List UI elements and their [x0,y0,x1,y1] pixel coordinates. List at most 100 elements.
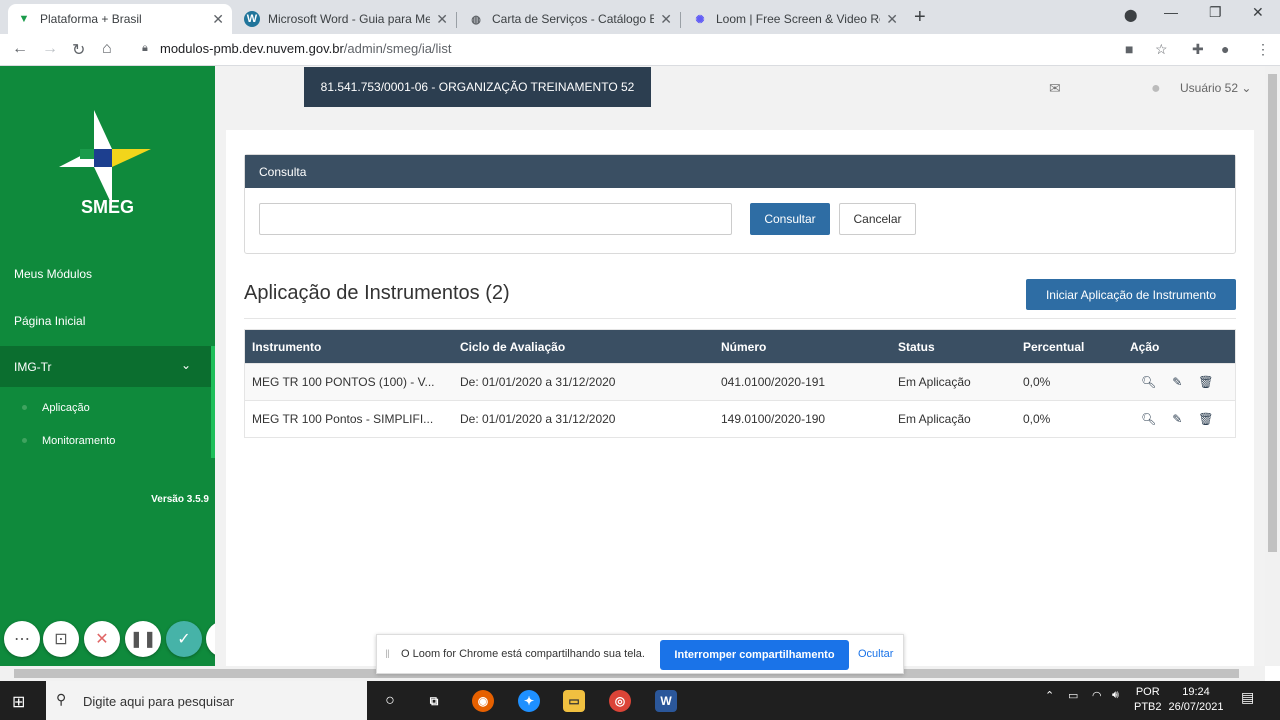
view-search-icon[interactable]: 🔍︎ [1141,412,1156,426]
column-header-numero[interactable]: Número [721,330,766,363]
battery-icon[interactable]: ▭ [1068,689,1078,702]
divider [244,318,1236,319]
globe-icon: ◍ [471,13,481,26]
organization-badge[interactable]: 81.541.753/0001-06 - ORGANIZAÇÃO TREINAM… [304,67,651,107]
home-icon[interactable]: ⌂ [102,40,112,58]
tab-search-icon[interactable]: ⬤ [1124,8,1137,22]
cell-actions: 🔍︎ ✎ 🗑︎ [1141,401,1230,437]
volume-icon[interactable]: 🔊︎ [1112,689,1119,702]
window-close-icon[interactable]: ✕ [1252,4,1264,21]
cortana-circle-icon[interactable]: ○ [379,690,401,712]
tab-title: Plataforma + Brasil [40,12,142,26]
sidebar-subitem-aplicacao[interactable]: Aplicação [42,402,90,414]
loom-finish-button[interactable]: ✓ [166,621,202,657]
extensions-puzzle-icon[interactable]: ✚ [1192,41,1204,58]
browser-tab-plataforma[interactable]: ▼ Plataforma + Brasil ✕ [8,4,232,34]
column-header-status[interactable]: Status [898,330,935,363]
column-header-ciclo[interactable]: Ciclo de Avaliação [460,330,565,363]
close-icon[interactable]: ✕ [660,11,672,28]
sidebar-group-img-tr[interactable]: IMG-Tr ⌄ [0,346,211,387]
edit-pencil-icon[interactable]: ✎ [1172,412,1182,426]
sidebar-group-label: IMG-Tr [14,360,52,374]
cell-ciclo: De: 01/01/2020 a 31/12/2020 [460,375,616,389]
taskbar-search-placeholder: Digite aqui para pesquisar [83,694,235,709]
camera-icon[interactable]: ■ [1125,41,1133,57]
chrome-icon[interactable]: ◎ [609,690,631,712]
panel-title: Consulta [245,155,1235,188]
consultar-button[interactable]: Consultar [750,203,830,235]
user-avatar-icon[interactable]: ● [1151,80,1161,98]
pause-icon: ❚❚ [129,631,157,648]
reload-icon[interactable]: ↻ [72,40,85,60]
language-indicator[interactable]: POR PTB2 [1134,685,1162,715]
forward-arrow-icon[interactable]: → [42,40,58,58]
keyboard-layout: PTB2 [1134,701,1162,713]
restore-icon[interactable]: ❐ [1209,4,1222,21]
taskbar-search-box[interactable]: ⚲ Digite aqui para pesquisar [46,681,367,720]
tab-title: Loom | Free Screen & Video Reco [716,12,881,26]
taskbar-clock[interactable]: 19:24 26/07/2021 [1166,685,1226,715]
close-icon[interactable]: ✕ [212,11,224,28]
sidebar-item-meus-modulos[interactable]: Meus Módulos [14,267,92,281]
cancelar-button[interactable]: Cancelar [839,203,916,235]
bookmark-star-icon[interactable]: ☆ [1155,41,1168,58]
tray-chevron-up-icon[interactable]: ⌃ [1045,689,1054,702]
drag-handle-icon[interactable]: ‖ [385,647,390,661]
cell-status: Em Aplicação [898,375,971,389]
url-field[interactable]: modulos-pmb.dev.nuvem.gov.br/admin/smeg/… [160,41,451,56]
column-header-instrumento[interactable]: Instrumento [252,330,321,363]
iniciar-aplicacao-button[interactable]: Iniciar Aplicação de Instrumento [1026,279,1236,310]
check-icon: ✓ [177,631,191,648]
firefox-icon[interactable]: ◉ [472,690,494,712]
notification-center-icon[interactable]: ▤ [1241,689,1254,706]
chevron-down-icon: ⌄ [180,358,191,372]
cell-instrumento: MEG TR 100 PONTOS (100) - V... [252,375,435,389]
safari-compass-icon[interactable]: ✦ [518,690,540,712]
cell-actions: 🔍︎ ✎ 🗑︎ [1141,364,1230,400]
delete-trash-icon[interactable]: 🗑︎ [1198,375,1213,389]
cell-numero: 149.0100/2020-190 [721,412,826,426]
view-search-icon[interactable]: 🔍︎ [1141,375,1156,389]
address-bar: ← → ↻ ⌂ 🔒︎ modulos-pmb.dev.nuvem.gov.br/… [0,34,1280,66]
tab-separator [456,12,457,28]
loom-camera-button[interactable]: ⊡ [43,621,79,657]
tab-title: Carta de Serviços - Catálogo Elet [492,12,655,26]
table-row: MEG TR 100 Pontos - SIMPLIFI... De: 01/0… [245,400,1235,437]
stop-sharing-button[interactable]: Interromper compartilhamento [660,640,849,670]
windows-start-icon[interactable]: ⊞ [12,692,25,712]
minimize-icon[interactable]: — [1164,4,1178,20]
page-title: Aplicação de Instrumentos (2) [244,282,510,304]
mail-icon[interactable]: ✉ [1049,80,1061,97]
profile-icon[interactable]: ● [1221,41,1229,57]
loom-pause-button[interactable]: ❚❚ [125,621,161,657]
browser-tab-carta[interactable]: ◍ Carta de Serviços - Catálogo Elet ✕ [460,4,680,34]
sidebar-subitem-monitoramento[interactable]: Monitoramento [42,435,115,447]
browser-tab-loom[interactable]: ✺ Loom | Free Screen & Video Reco ✕ [684,4,906,34]
delete-trash-icon[interactable]: 🗑︎ [1198,412,1213,426]
vertical-scrollbar[interactable] [1265,66,1280,666]
share-message: O Loom for Chrome está compartilhando su… [401,648,645,660]
file-explorer-icon[interactable]: ▭ [563,690,585,712]
lock-icon[interactable]: 🔒︎ [142,42,148,55]
sidebar-item-pagina-inicial[interactable]: Página Inicial [14,314,85,328]
new-tab-plus-icon[interactable]: + [914,6,926,29]
close-icon[interactable]: ✕ [436,11,448,28]
edit-pencil-icon[interactable]: ✎ [1172,375,1182,389]
tab-separator [680,12,681,28]
loom-more-button[interactable]: ⋯ [4,621,40,657]
plataforma-favicon-icon: ▼ [18,13,30,25]
wifi-icon[interactable]: ◠ [1092,689,1102,702]
browser-tab-word[interactable]: W Microsoft Word - Guia para Melh ✕ [236,4,456,34]
task-view-icon[interactable]: ⧉ [423,690,445,712]
menu-dots-icon[interactable]: ⋮ [1256,41,1270,58]
search-input[interactable] [259,203,732,235]
loom-cancel-button[interactable]: ✕ [84,621,120,657]
word-icon[interactable]: W [655,690,677,712]
back-arrow-icon[interactable]: ← [12,40,28,58]
vertical-scrollbar-thumb[interactable] [1268,74,1277,552]
user-menu[interactable]: Usuário 52 ⌄ [1180,81,1251,95]
close-icon[interactable]: ✕ [886,11,898,28]
hide-link[interactable]: Ocultar [858,648,893,660]
browser-tab-bar: ▼ Plataforma + Brasil ✕ W Microsoft Word… [0,0,1280,34]
column-header-percentual[interactable]: Percentual [1023,330,1084,363]
